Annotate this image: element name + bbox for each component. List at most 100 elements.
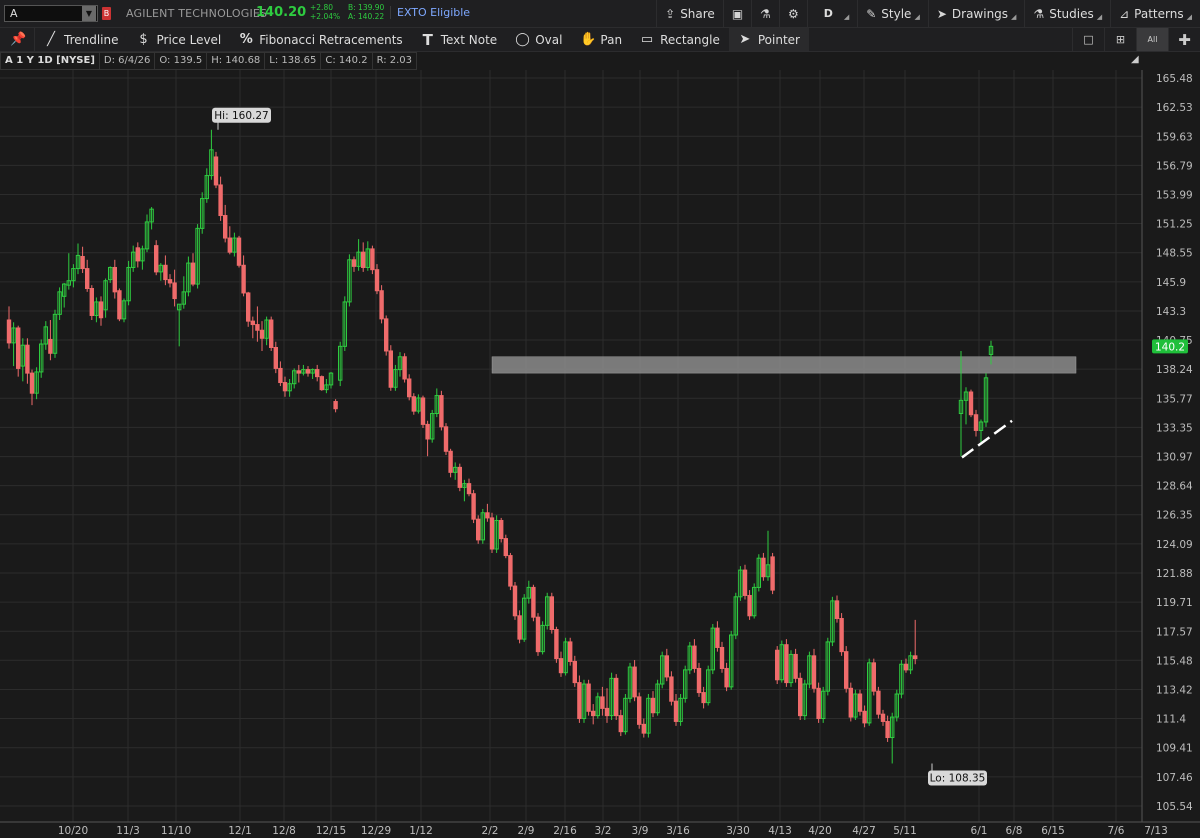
studies-label: Studies — [1049, 6, 1094, 21]
y-tick-label: 128.64 — [1156, 481, 1193, 493]
candle-down — [163, 264, 168, 281]
candle-down — [246, 292, 251, 322]
candle-down — [218, 184, 223, 217]
price-chart[interactable]: 165.48 162.53 159.63 156.79 153.99 151.25 148.… — [0, 70, 1200, 838]
oval-tool[interactable]: ◯ Oval — [506, 28, 571, 51]
oval-label: Oval — [535, 32, 563, 47]
period-caret-icon: ◢ — [843, 13, 850, 21]
candle-down — [857, 693, 863, 712]
candle-down — [577, 682, 582, 720]
y-tick-label: 133.35 — [1156, 422, 1193, 434]
candle-down — [443, 426, 449, 452]
period-label: D — [823, 7, 833, 20]
chart-settings-button[interactable]: ▣ — [722, 0, 751, 27]
y-tick-label: 117.57 — [1156, 626, 1193, 638]
candle-down — [637, 696, 642, 725]
candle-down — [784, 644, 789, 684]
y-tick-label: 109.41 — [1156, 743, 1193, 755]
pin-icon: 📌 — [10, 32, 27, 47]
y-tick-label: 130.97 — [1156, 452, 1193, 464]
collapse-icon[interactable]: ◢ — [1131, 54, 1139, 65]
pointer-label: Pointer — [757, 32, 800, 47]
style-caret-icon: ◢ — [914, 13, 920, 21]
candle-down — [489, 517, 495, 550]
candle-down — [471, 493, 476, 520]
candle-down — [591, 710, 596, 717]
candle-down — [844, 651, 849, 689]
candle-down — [747, 594, 752, 617]
candle-down — [862, 710, 867, 724]
header-bar: A ▼ B AGILENT TECHNOLOGIES 140.20 +2.80 … — [0, 0, 1200, 28]
gear-button[interactable]: ⚙ — [778, 0, 807, 27]
rectangle-tool[interactable]: ▭ Rectangle — [631, 28, 729, 51]
bid: B: 139.90 — [348, 3, 385, 12]
candle-down — [476, 518, 481, 541]
text-note-tool[interactable]: T Text Note — [412, 28, 507, 51]
symbol-dropdown-icon[interactable]: ▼ — [82, 6, 96, 21]
exto-eligible-link[interactable]: EXTO Eligible — [390, 6, 470, 19]
text-note-icon: T — [422, 30, 433, 49]
y-tick-label: 111.4 — [1156, 714, 1186, 726]
candle-down — [604, 707, 610, 717]
fibonacci-icon: % — [239, 32, 253, 47]
candle-down — [259, 329, 265, 339]
drawings-button[interactable]: ➤ Drawings ◢ — [927, 0, 1025, 27]
share-label: Share — [680, 6, 715, 21]
pan-label: Pan — [600, 32, 623, 47]
patterns-button[interactable]: ⊿ Patterns ◢ — [1110, 0, 1200, 27]
single-layout-button[interactable]: □ — [1072, 28, 1104, 51]
candle-down — [968, 391, 974, 416]
price-level-tool[interactable]: $ Price Level — [128, 28, 231, 51]
trendline-tool[interactable]: ╱ Trendline — [35, 28, 128, 51]
candle-down — [512, 585, 518, 617]
info-date: D: 6/4/26 — [99, 52, 156, 70]
candle-down — [172, 282, 177, 300]
candle-down — [724, 667, 729, 688]
pan-tool[interactable]: ✋ Pan — [571, 28, 631, 51]
hi-label: Hi: 160.27 — [214, 110, 268, 122]
add-chart-button[interactable]: ✚ — [1168, 28, 1200, 51]
candle-down — [798, 677, 803, 717]
grid-layout-button[interactable]: ⊞ — [1104, 28, 1136, 51]
candle-down — [650, 697, 656, 714]
y-tick-label: 119.71 — [1156, 597, 1193, 609]
candle-down — [85, 268, 90, 290]
candle-down — [816, 687, 821, 720]
resistance-zone-rect — [491, 356, 1077, 374]
x-tick-label: 2/2 — [482, 825, 499, 837]
view-all-label: All — [1147, 35, 1158, 44]
chart-symbol-label[interactable]: A 1 Y 1D [NYSE] — [0, 52, 100, 70]
period-button[interactable]: D ◢ — [806, 0, 858, 27]
candle-down — [411, 396, 417, 412]
candle-down — [296, 370, 302, 374]
y-tick-label: 138.24 — [1156, 364, 1193, 376]
candle-down — [117, 290, 122, 320]
candle-down — [485, 512, 490, 519]
trendline-icon: ╱ — [47, 32, 55, 47]
text-note-label: Text Note — [440, 32, 498, 47]
y-tick-label: 105.54 — [1156, 801, 1193, 813]
candle-down — [6, 319, 12, 344]
pin-button[interactable]: 📌 — [0, 28, 35, 51]
change-pct: +2.04% — [310, 12, 341, 21]
share-button[interactable]: ⇪ Share — [656, 0, 723, 27]
candle-down — [811, 655, 817, 689]
fibonacci-tool[interactable]: % Fibonacci Retracements — [230, 28, 411, 51]
pointer-icon: ➤ — [739, 32, 751, 47]
y-tick-label: 124.09 — [1156, 539, 1193, 551]
candle-down — [374, 269, 380, 292]
style-button[interactable]: ✎ Style ◢ — [857, 0, 928, 27]
price-change: +2.80 +2.04% — [310, 3, 340, 21]
pointer-tool[interactable]: ➤ Pointer — [728, 28, 809, 51]
studies-button[interactable]: ⚗ Studies ◢ — [1024, 0, 1110, 27]
info-high: H: 140.68 — [207, 52, 266, 70]
candle-down — [89, 288, 94, 316]
flask-button[interactable]: ⚗ — [751, 0, 779, 27]
layout-buttons: □ ⊞ All ✚ — [1072, 28, 1200, 51]
fibonacci-label: Fibonacci Retracements — [259, 32, 403, 47]
view-all-button[interactable]: All — [1136, 28, 1168, 51]
symbol-flag-badge[interactable]: B — [102, 7, 111, 20]
x-tick-label: 7/6 — [1108, 825, 1125, 837]
drawings-caret-icon: ◢ — [1011, 13, 1017, 21]
candle-down — [839, 618, 844, 653]
